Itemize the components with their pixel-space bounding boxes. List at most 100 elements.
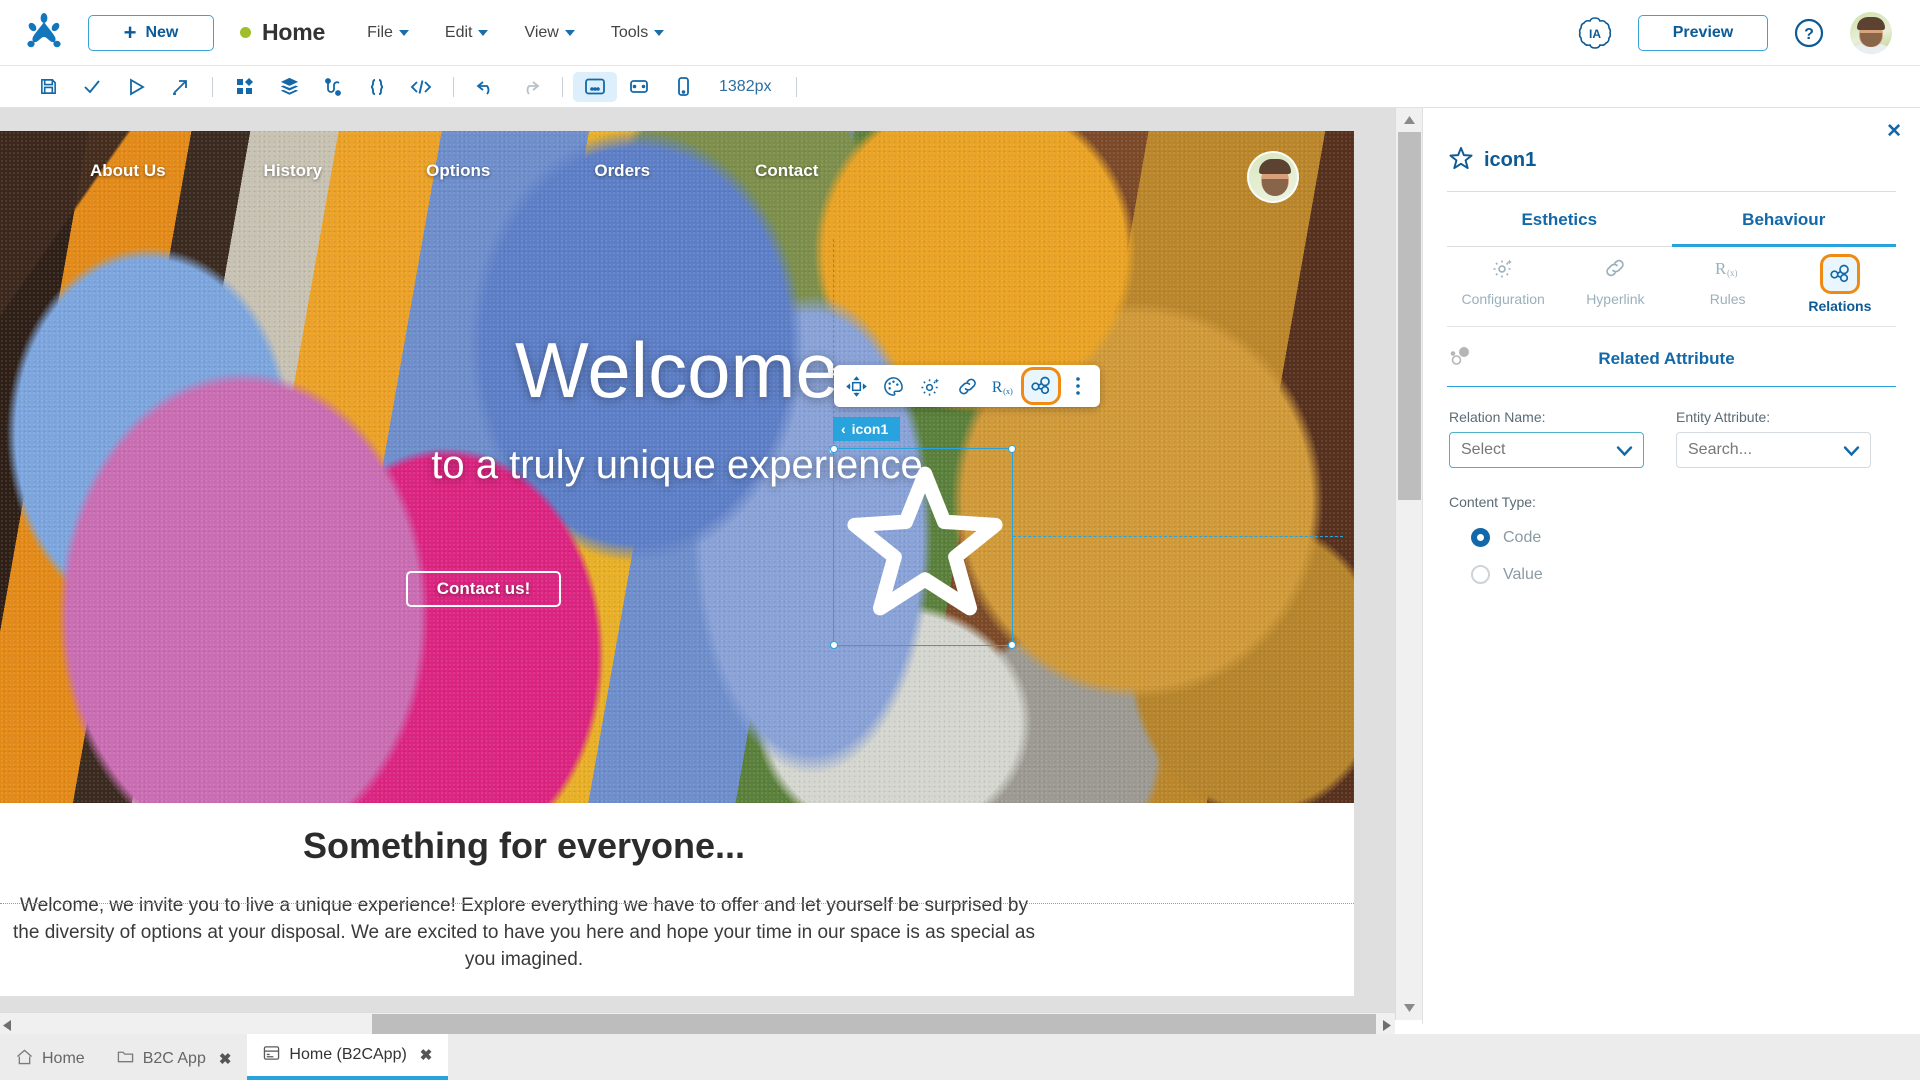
bottom-tab-home-b2capp[interactable]: Home (B2CApp) ✖ <box>247 1034 449 1080</box>
palette-icon[interactable] <box>876 370 910 402</box>
entity-attribute-value: Search... <box>1688 441 1753 458</box>
subtab-relations-label: Relations <box>1808 298 1872 314</box>
vertical-scroll-thumb[interactable] <box>1398 132 1421 500</box>
tab-behaviour[interactable]: Behaviour <box>1671 192 1896 247</box>
relations-dots-icon <box>1449 345 1473 372</box>
flow-icon[interactable] <box>311 72 355 102</box>
canvas-vertical-scrollbar[interactable] <box>1395 108 1422 1020</box>
content-type-group: Content Type: Code Value <box>1423 468 1920 584</box>
redo-icon[interactable] <box>508 72 552 102</box>
mobile-view-icon[interactable] <box>661 72 705 102</box>
subtab-configuration[interactable]: Configuration <box>1447 247 1559 326</box>
settings-sparkle-icon[interactable] <box>913 370 947 402</box>
rules-icon: R (x) <box>1714 259 1742 283</box>
page-preview-frame[interactable]: About Us History Options Orders Contact … <box>0 131 1354 996</box>
entity-attribute-select[interactable]: Search... <box>1676 432 1871 468</box>
content-section: Something for everyone... Welcome, we in… <box>0 803 1048 996</box>
section-title: Something for everyone... <box>302 825 746 866</box>
subtab-configuration-label: Configuration <box>1461 291 1545 307</box>
site-nav-avatar[interactable] <box>1247 151 1299 203</box>
viewport-width-label[interactable]: 1382px <box>719 78 772 96</box>
menu-view-label: View <box>524 23 559 41</box>
more-options-icon[interactable] <box>1061 370 1095 402</box>
link-icon <box>1604 259 1626 283</box>
menu-file[interactable]: File <box>367 24 409 42</box>
run-icon[interactable] <box>114 72 158 102</box>
code-icon[interactable] <box>399 72 443 102</box>
resize-handle-bottom-right[interactable] <box>1008 641 1016 649</box>
relations-icon[interactable] <box>1024 370 1058 402</box>
site-nav-item-about-us[interactable]: About Us <box>90 161 166 181</box>
contact-us-button[interactable]: Contact us! <box>406 571 561 607</box>
toolbar-divider <box>212 76 213 97</box>
menu-view[interactable]: View <box>524 23 575 42</box>
chevron-down-icon <box>1843 444 1860 462</box>
toolbar-divider <box>795 76 797 97</box>
relation-name-select[interactable]: Select <box>1449 432 1644 468</box>
link-icon[interactable] <box>950 370 984 402</box>
menu-tools-label: Tools <box>610 23 649 41</box>
components-icon[interactable] <box>223 72 267 102</box>
chevron-down-icon <box>654 29 665 36</box>
horizontal-scroll-thumb[interactable] <box>372 1014 1376 1034</box>
related-attribute-header: Related Attribute <box>1423 327 1920 372</box>
bottom-tab-b2c-app-label: B2C App <box>142 1050 206 1067</box>
radio-value[interactable] <box>1471 565 1490 584</box>
deploy-icon[interactable] <box>158 72 202 102</box>
panel-tabs: Esthetics Behaviour <box>1447 192 1896 247</box>
radio-code[interactable] <box>1471 528 1490 547</box>
bottom-tab-home[interactable]: Home <box>0 1038 101 1080</box>
tab-esthetics[interactable]: Esthetics <box>1447 192 1672 247</box>
desktop-view-icon[interactable] <box>573 71 617 102</box>
selection-label[interactable]: ‹ icon1 <box>833 417 901 441</box>
subtab-hyperlink-label: Hyperlink <box>1586 291 1645 307</box>
layers-icon[interactable] <box>267 72 311 102</box>
resize-handle-top-right[interactable] <box>1008 445 1016 453</box>
site-nav-item-orders[interactable]: Orders <box>594 161 650 181</box>
app-logo-icon[interactable] <box>0 12 88 53</box>
design-canvas[interactable]: About Us History Options Orders Contact … <box>0 108 1422 1020</box>
selection-box[interactable] <box>830 445 1016 649</box>
check-icon[interactable] <box>70 72 114 102</box>
preview-button[interactable]: Preview <box>1638 14 1768 51</box>
close-icon[interactable]: ✖ <box>420 1046 433 1064</box>
canvas-horizontal-scrollbar[interactable] <box>0 1012 1395 1034</box>
subtab-rules[interactable]: R (x) Rules <box>1672 247 1784 326</box>
avatar[interactable] <box>1850 11 1892 54</box>
site-nav-item-contact[interactable]: Contact <box>755 161 818 181</box>
element-float-toolbar: R (x) <box>834 365 1100 407</box>
scroll-up-arrow-icon[interactable] <box>1396 110 1423 130</box>
save-icon[interactable] <box>26 72 70 102</box>
subtab-relations[interactable]: Relations <box>1784 247 1896 326</box>
content-type-option-code[interactable]: Code <box>1471 528 1896 547</box>
scroll-down-arrow-icon[interactable] <box>1396 998 1423 1018</box>
relation-name-label: Relation Name: <box>1449 409 1546 425</box>
question-mark-icon[interactable]: ? <box>1794 18 1824 48</box>
new-button[interactable]: + New <box>88 14 214 51</box>
undo-icon[interactable] <box>464 72 508 102</box>
relation-fields: Relation Name: Select Entity Attribute: … <box>1423 387 1920 468</box>
toolbar-divider <box>562 76 563 97</box>
bottom-tab-home-label: Home <box>42 1050 85 1067</box>
content-type-option-value[interactable]: Value <box>1471 565 1896 584</box>
close-icon[interactable]: ✕ <box>1886 122 1902 141</box>
chevron-down-icon <box>398 29 409 36</box>
bottom-tab-b2c-app[interactable]: B2C App ✖ <box>101 1038 248 1080</box>
site-nav-item-history[interactable]: History <box>264 161 323 181</box>
json-icon[interactable] <box>355 72 399 102</box>
content-type-code-label: Code <box>1503 528 1542 546</box>
menu-edit[interactable]: Edit <box>445 24 489 42</box>
move-icon[interactable] <box>839 370 873 402</box>
new-button-label: New <box>145 23 179 41</box>
resize-handle-top-left[interactable] <box>830 445 838 453</box>
chevron-down-icon <box>478 29 489 36</box>
subtab-hyperlink[interactable]: Hyperlink <box>1559 247 1671 326</box>
rules-icon[interactable]: R (x) <box>987 370 1021 402</box>
menu-tools[interactable]: Tools <box>610 23 665 42</box>
ia-badge-icon[interactable]: IA <box>1578 16 1612 50</box>
close-icon[interactable]: ✖ <box>219 1050 232 1068</box>
site-nav-item-options[interactable]: Options <box>426 161 490 181</box>
resize-handle-bottom-left[interactable] <box>830 641 838 649</box>
tablet-view-icon[interactable] <box>617 72 661 102</box>
hero-section: About Us History Options Orders Contact … <box>0 131 1354 803</box>
